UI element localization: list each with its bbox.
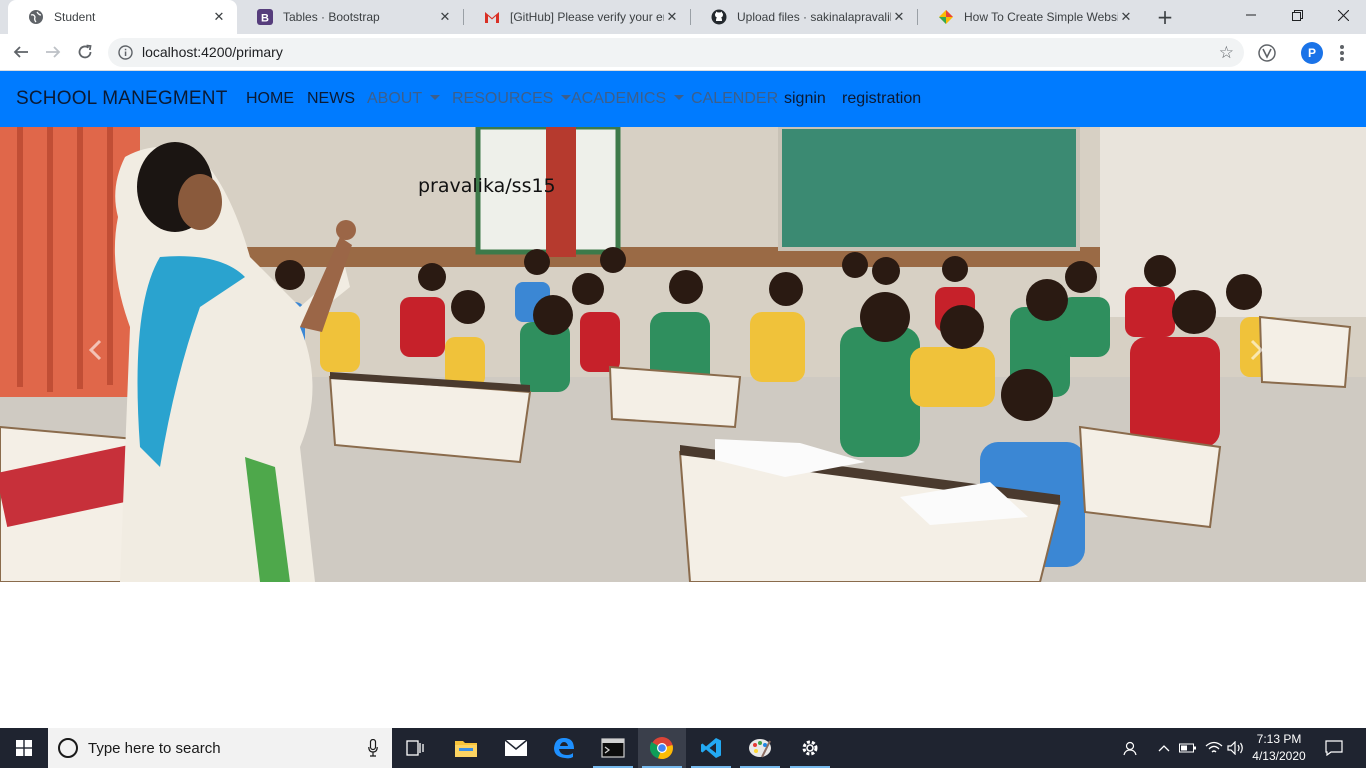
nav-resources-label: RESOURCES	[452, 90, 554, 107]
windows-taskbar: Type here to search 7:13 PM 4/13/2020	[0, 728, 1366, 768]
browser-menu-icon[interactable]	[1334, 43, 1350, 63]
settings-icon[interactable]	[786, 728, 834, 768]
caret-down-icon	[674, 95, 685, 100]
nav-news[interactable]: NEWS	[307, 90, 355, 108]
chevron-left-icon	[88, 339, 102, 361]
battery-icon[interactable]	[1178, 728, 1198, 768]
chevron-right-icon	[1250, 339, 1264, 361]
bootstrap-icon: B	[257, 9, 273, 25]
tab-student[interactable]: Student ✕	[8, 0, 237, 34]
tab-github-verify[interactable]: [GitHub] Please verify your em ✕	[464, 0, 690, 34]
caret-down-icon	[561, 95, 572, 100]
search-placeholder: Type here to search	[88, 740, 221, 757]
extension-icon[interactable]	[1256, 42, 1278, 64]
start-button[interactable]	[0, 728, 48, 768]
tab-simple-website[interactable]: How To Create Simple Website ✕	[918, 0, 1144, 34]
task-view-icon[interactable]	[392, 728, 440, 768]
tab-tables-bootstrap[interactable]: B Tables · Bootstrap ✕	[237, 0, 463, 34]
globe-icon	[28, 9, 44, 25]
chrome-icon[interactable]	[638, 728, 686, 768]
gmail-icon	[484, 9, 500, 25]
nav-calender[interactable]: CALENDER	[691, 90, 778, 108]
close-tab-icon[interactable]: ✕	[664, 10, 680, 25]
nav-academics-dropdown[interactable]: ACADEMICS	[571, 90, 685, 108]
info-icon[interactable]	[118, 45, 133, 60]
close-tab-icon[interactable]: ✕	[1118, 10, 1134, 25]
new-tab-button[interactable]: +	[1153, 5, 1177, 29]
clock-time: 7:13 PM	[1256, 732, 1302, 746]
tab-upload-files[interactable]: Upload files · sakinalapravalika ✕	[691, 0, 917, 34]
navbar-brand[interactable]: SCHOOL MANEGMENT	[16, 88, 228, 110]
address-bar[interactable]: localhost:4200/primary ☆	[108, 38, 1244, 67]
nav-resources-dropdown[interactable]: RESOURCES	[452, 90, 572, 108]
carousel-caption: pravalika/ss15	[418, 175, 556, 197]
url-text[interactable]: localhost:4200/primary	[142, 44, 283, 60]
nav-home[interactable]: HOME	[246, 90, 294, 108]
reload-icon	[78, 44, 92, 59]
vscode-icon[interactable]	[687, 728, 735, 768]
caret-down-icon	[430, 95, 441, 100]
tab-title: Tables · Bootstrap	[283, 10, 380, 24]
browser-tab-strip: Student ✕ B Tables · Bootstrap ✕ [GitHub…	[0, 0, 1366, 34]
people-icon[interactable]	[1118, 728, 1140, 768]
back-button[interactable]	[8, 39, 34, 65]
colorful-icon	[938, 9, 954, 25]
close-tab-icon[interactable]: ✕	[891, 10, 907, 25]
file-explorer-icon[interactable]	[442, 728, 490, 768]
wifi-icon[interactable]	[1204, 728, 1224, 768]
hero-carousel: pravalika/ss15	[0, 127, 1366, 582]
clock-date: 4/13/2020	[1252, 749, 1306, 763]
paint-icon[interactable]	[736, 728, 784, 768]
mail-icon[interactable]	[492, 728, 540, 768]
profile-avatar[interactable]: P	[1301, 42, 1323, 64]
nav-about-label: ABOUT	[367, 90, 423, 107]
github-icon	[711, 9, 727, 25]
classroom-photo	[0, 127, 1366, 582]
forward-button[interactable]	[40, 39, 66, 65]
tab-title: Upload files · sakinalapravalika	[737, 10, 891, 24]
restore-button[interactable]	[1274, 0, 1320, 30]
volume-icon[interactable]	[1226, 728, 1246, 768]
minimize-button[interactable]	[1228, 0, 1274, 30]
chevron-up-icon[interactable]	[1155, 728, 1173, 768]
edge-icon[interactable]	[540, 728, 588, 768]
nav-signin[interactable]: signin	[784, 90, 826, 108]
nav-academics-label: ACADEMICS	[571, 90, 667, 107]
taskbar-search[interactable]: Type here to search	[48, 728, 392, 768]
tab-title: [GitHub] Please verify your em	[510, 10, 664, 24]
bookmark-star-icon[interactable]: ☆	[1219, 43, 1234, 63]
app-navbar: SCHOOL MANEGMENT HOME NEWS ABOUT RESOURC…	[0, 71, 1366, 127]
arrow-right-icon	[46, 46, 61, 58]
arrow-left-icon	[13, 46, 28, 58]
carousel-prev-button[interactable]	[88, 339, 114, 369]
nav-registration[interactable]: registration	[842, 90, 921, 108]
close-window-button[interactable]	[1320, 0, 1366, 30]
reload-button[interactable]	[72, 39, 98, 65]
close-tab-icon[interactable]: ✕	[437, 10, 453, 25]
carousel-next-button[interactable]	[1250, 339, 1276, 369]
browser-toolbar: localhost:4200/primary ☆ P	[0, 34, 1366, 71]
search-icon	[58, 738, 78, 758]
tab-title: How To Create Simple Website	[964, 10, 1118, 24]
close-tab-icon[interactable]: ✕	[211, 10, 227, 25]
microphone-icon[interactable]	[368, 739, 378, 757]
tab-title: Student	[54, 10, 96, 24]
windows-logo-icon	[16, 740, 32, 756]
svg-text:B: B	[261, 13, 269, 25]
nav-about-dropdown[interactable]: ABOUT	[367, 90, 441, 108]
terminal-icon[interactable]	[589, 728, 637, 768]
notifications-icon[interactable]	[1320, 728, 1348, 768]
taskbar-clock[interactable]: 7:13 PM 4/13/2020	[1246, 731, 1312, 765]
